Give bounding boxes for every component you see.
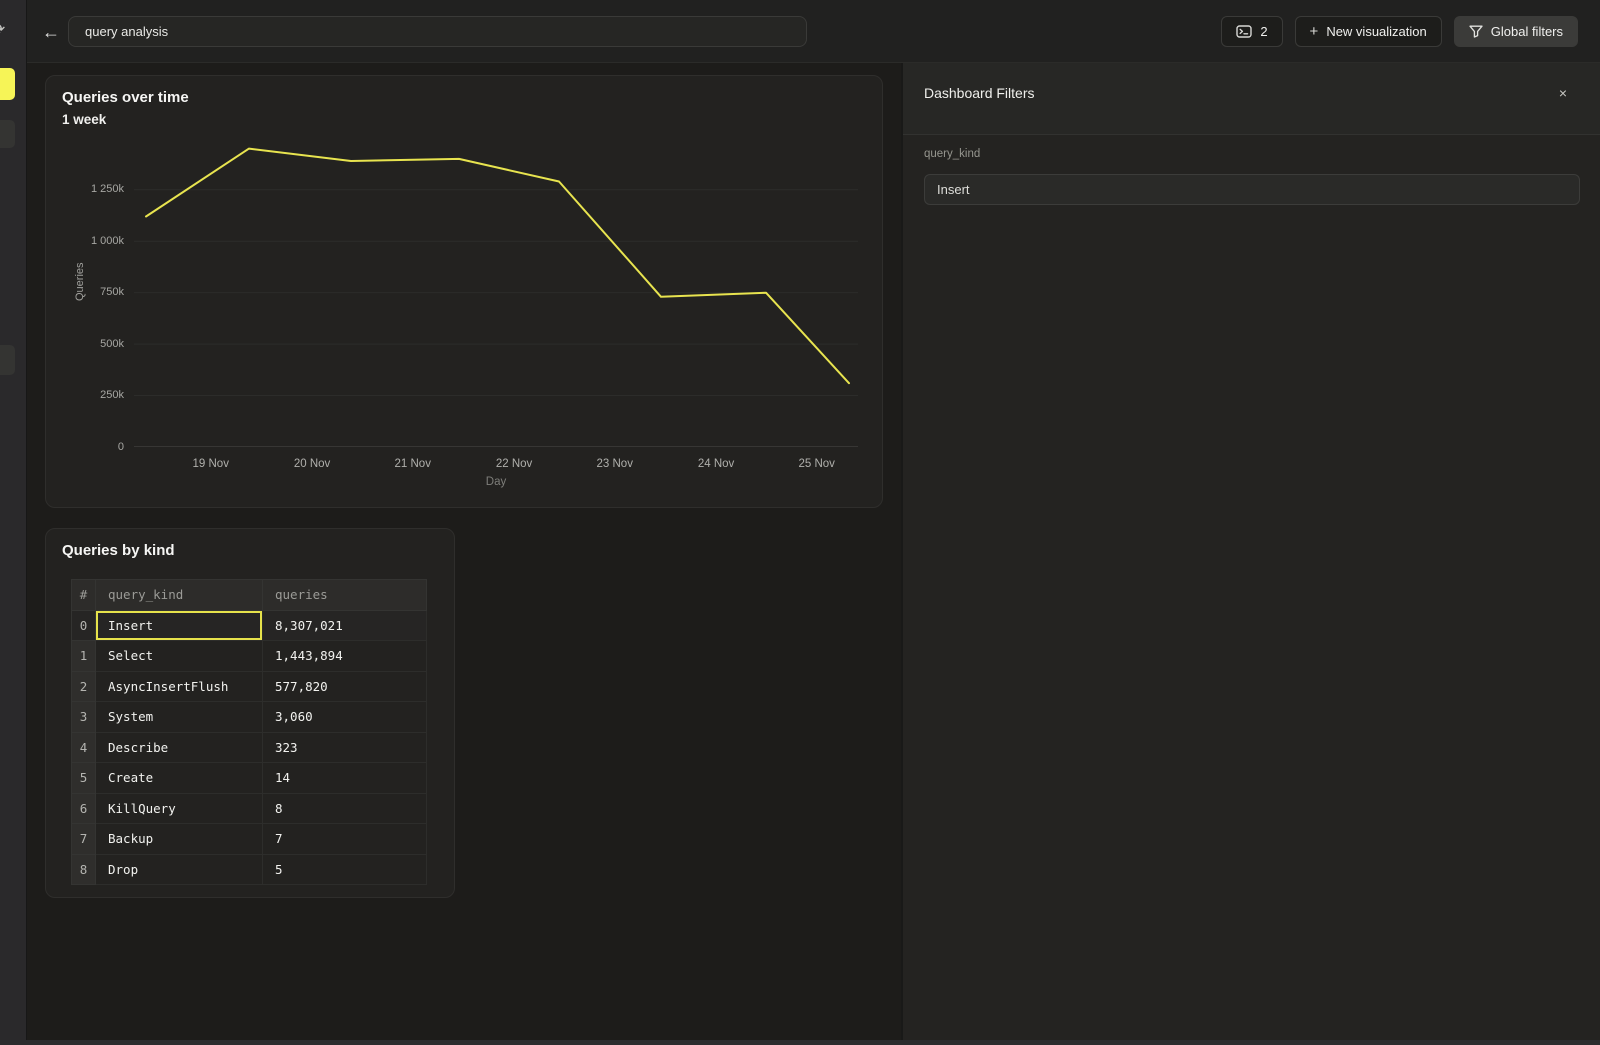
console-count: 2 [1260, 24, 1267, 39]
x-tick-label: 19 Nov [193, 458, 229, 470]
history-refresh-icon[interactable]: ⟳ [0, 20, 5, 40]
column-header-index: # [72, 580, 96, 611]
back-arrow-button[interactable]: ← [39, 20, 63, 44]
table-row: 6KillQuery8 [72, 793, 427, 824]
new-visualization-label: New visualization [1326, 24, 1426, 39]
row-index-cell: 8 [72, 854, 96, 885]
row-index-cell: 7 [72, 824, 96, 855]
table-row: 1Select1,443,894 [72, 641, 427, 672]
row-index-cell: 0 [72, 610, 96, 641]
query-kind-cell[interactable]: Backup [96, 824, 263, 855]
query-kind-cell[interactable]: Describe [96, 732, 263, 763]
query-kind-cell[interactable]: Insert [96, 610, 263, 641]
window-bottom-edge [0, 1040, 1600, 1045]
y-tick-label: 250k [50, 389, 124, 401]
queries-value-cell[interactable]: 8,307,021 [263, 610, 427, 641]
query-kind-cell[interactable]: Create [96, 763, 263, 794]
chart-svg [134, 141, 858, 447]
query-kind-cell[interactable]: KillQuery [96, 793, 263, 824]
row-index-cell: 6 [72, 793, 96, 824]
row-index-cell: 5 [72, 763, 96, 794]
table-title: Queries by kind [62, 542, 175, 559]
column-header-query_kind: query_kind [96, 580, 263, 611]
x-tick-label: 22 Nov [496, 458, 532, 470]
x-tick-label: 25 Nov [799, 458, 835, 470]
top-bar: ← 2 + New visualization Global filters [26, 0, 1600, 63]
column-header-queries: queries [263, 580, 427, 611]
queries-line-series[interactable] [146, 149, 849, 384]
plus-icon: + [1310, 23, 1319, 40]
queries-by-kind-table: #query_kindqueries 0Insert8,307,0211Sele… [71, 579, 427, 885]
queries-value-cell[interactable]: 14 [263, 763, 427, 794]
close-icon[interactable]: × [1554, 84, 1572, 102]
table-row: 7Backup7 [72, 824, 427, 855]
x-axis-label: Day [486, 476, 506, 488]
queries-value-cell[interactable]: 1,443,894 [263, 641, 427, 672]
y-tick-label: 750k [50, 286, 124, 298]
queries-value-cell[interactable]: 3,060 [263, 702, 427, 733]
sidebar-item[interactable] [0, 120, 15, 148]
sidebar-item[interactable] [0, 345, 15, 375]
x-tick-label: 23 Nov [597, 458, 633, 470]
chart-subtitle: 1 week [62, 112, 106, 127]
y-tick-label: 1 000k [50, 235, 124, 247]
filters-panel-title: Dashboard Filters [924, 85, 1035, 101]
query-kind-cell[interactable]: Select [96, 641, 263, 672]
y-tick-label: 1 250k [50, 183, 124, 195]
table-row: 2AsyncInsertFlush577,820 [72, 671, 427, 702]
queries-value-cell[interactable]: 8 [263, 793, 427, 824]
table-row: 3System3,060 [72, 702, 427, 733]
query-kind-filter-input[interactable]: Insert [924, 174, 1580, 205]
queries-over-time-card: Queries over time 1 week Queries 0250k50… [45, 75, 883, 508]
x-tick-label: 24 Nov [698, 458, 734, 470]
app-window: ⟳ ← 2 + New visualization [0, 0, 1600, 1045]
dashboard-canvas: Queries over time 1 week Queries 0250k50… [26, 62, 901, 1045]
row-index-cell: 1 [72, 641, 96, 672]
terminal-console-icon [1236, 25, 1252, 38]
filters-panel-header: Dashboard Filters × [903, 62, 1600, 135]
console-queries-button[interactable]: 2 [1221, 16, 1282, 47]
chart-plot[interactable]: 0250k500k750k1 000k1 250k19 Nov20 Nov21 … [134, 141, 858, 447]
queries-value-cell[interactable]: 577,820 [263, 671, 427, 702]
query-kind-cell[interactable]: AsyncInsertFlush [96, 671, 263, 702]
queries-value-cell[interactable]: 5 [263, 854, 427, 885]
table-header: #query_kindqueries [72, 580, 427, 611]
row-index-cell: 4 [72, 732, 96, 763]
table-header-row: #query_kindqueries [72, 580, 427, 611]
topbar-actions: 2 + New visualization Global filters [1221, 16, 1578, 47]
query-kind-cell[interactable]: Drop [96, 854, 263, 885]
chart-title: Queries over time [62, 89, 189, 106]
new-visualization-button[interactable]: + New visualization [1295, 16, 1442, 47]
sidebar-item-active[interactable] [0, 68, 15, 100]
queries-by-kind-card: Queries by kind #query_kindqueries 0Inse… [45, 528, 455, 898]
table-row: 4Describe323 [72, 732, 427, 763]
global-filters-label: Global filters [1491, 24, 1563, 39]
dashboard-title-input[interactable] [68, 16, 807, 47]
table-row: 5Create14 [72, 763, 427, 794]
row-index-cell: 2 [72, 671, 96, 702]
x-tick-label: 21 Nov [395, 458, 431, 470]
collapsed-sidebar: ⟳ [0, 0, 27, 1045]
row-index-cell: 3 [72, 702, 96, 733]
table-row: 0Insert8,307,021 [72, 610, 427, 641]
dashboard-filters-panel: Dashboard Filters × query_kind Insert [901, 62, 1600, 1045]
queries-value-cell[interactable]: 7 [263, 824, 427, 855]
queries-table-body: 0Insert8,307,0211Select1,443,8942AsyncIn… [72, 610, 427, 885]
filter-funnel-icon [1469, 25, 1483, 38]
y-tick-label: 500k [50, 338, 124, 350]
y-tick-label: 0 [50, 441, 124, 453]
queries-value-cell[interactable]: 323 [263, 732, 427, 763]
query-kind-cell[interactable]: System [96, 702, 263, 733]
filter-field-label: query_kind [924, 148, 980, 160]
x-tick-label: 20 Nov [294, 458, 330, 470]
table-row: 8Drop5 [72, 854, 427, 885]
global-filters-button[interactable]: Global filters [1454, 16, 1578, 47]
